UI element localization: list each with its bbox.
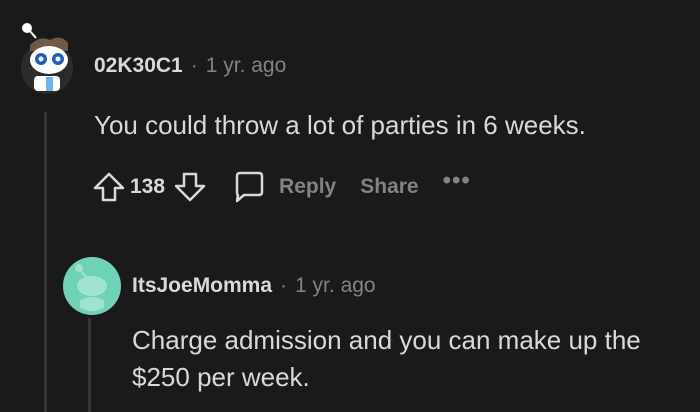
default-avatar-icon (63, 257, 121, 315)
user-avatar-itsjoemomma[interactable] (62, 256, 122, 316)
meta-separator: · (190, 54, 198, 77)
user-avatar-02k30c1[interactable] (16, 20, 78, 96)
upvote-icon[interactable] (90, 168, 128, 206)
comment-actions: 138 Reply Share ••• (90, 166, 471, 208)
comment-author[interactable]: ItsJoeMomma (132, 274, 272, 297)
comment-time[interactable]: 1 yr. ago (206, 54, 287, 77)
downvote-icon[interactable] (171, 168, 209, 206)
comment-meta: 02K30C1 · 1 yr. ago (94, 54, 286, 78)
comment-body: You could throw a lot of parties in 6 we… (94, 110, 586, 140)
thread-line[interactable] (88, 318, 91, 412)
vote-count: 138 (130, 175, 166, 198)
thread-line[interactable] (44, 112, 47, 412)
comment-time[interactable]: 1 yr. ago (295, 274, 376, 297)
comment-meta: ItsJoeMomma · 1 yr. ago (132, 274, 376, 298)
meta-separator: · (280, 274, 288, 297)
more-options-icon[interactable]: ••• (443, 169, 471, 193)
comment-author[interactable]: 02K30C1 (94, 54, 183, 77)
reply-button[interactable]: Reply (279, 175, 336, 199)
comment-body: Charge admission and you can make up the… (132, 325, 641, 392)
snoo-avatar-icon (21, 23, 73, 94)
reply-icon[interactable] (229, 168, 267, 206)
share-button[interactable]: Share (360, 175, 418, 199)
